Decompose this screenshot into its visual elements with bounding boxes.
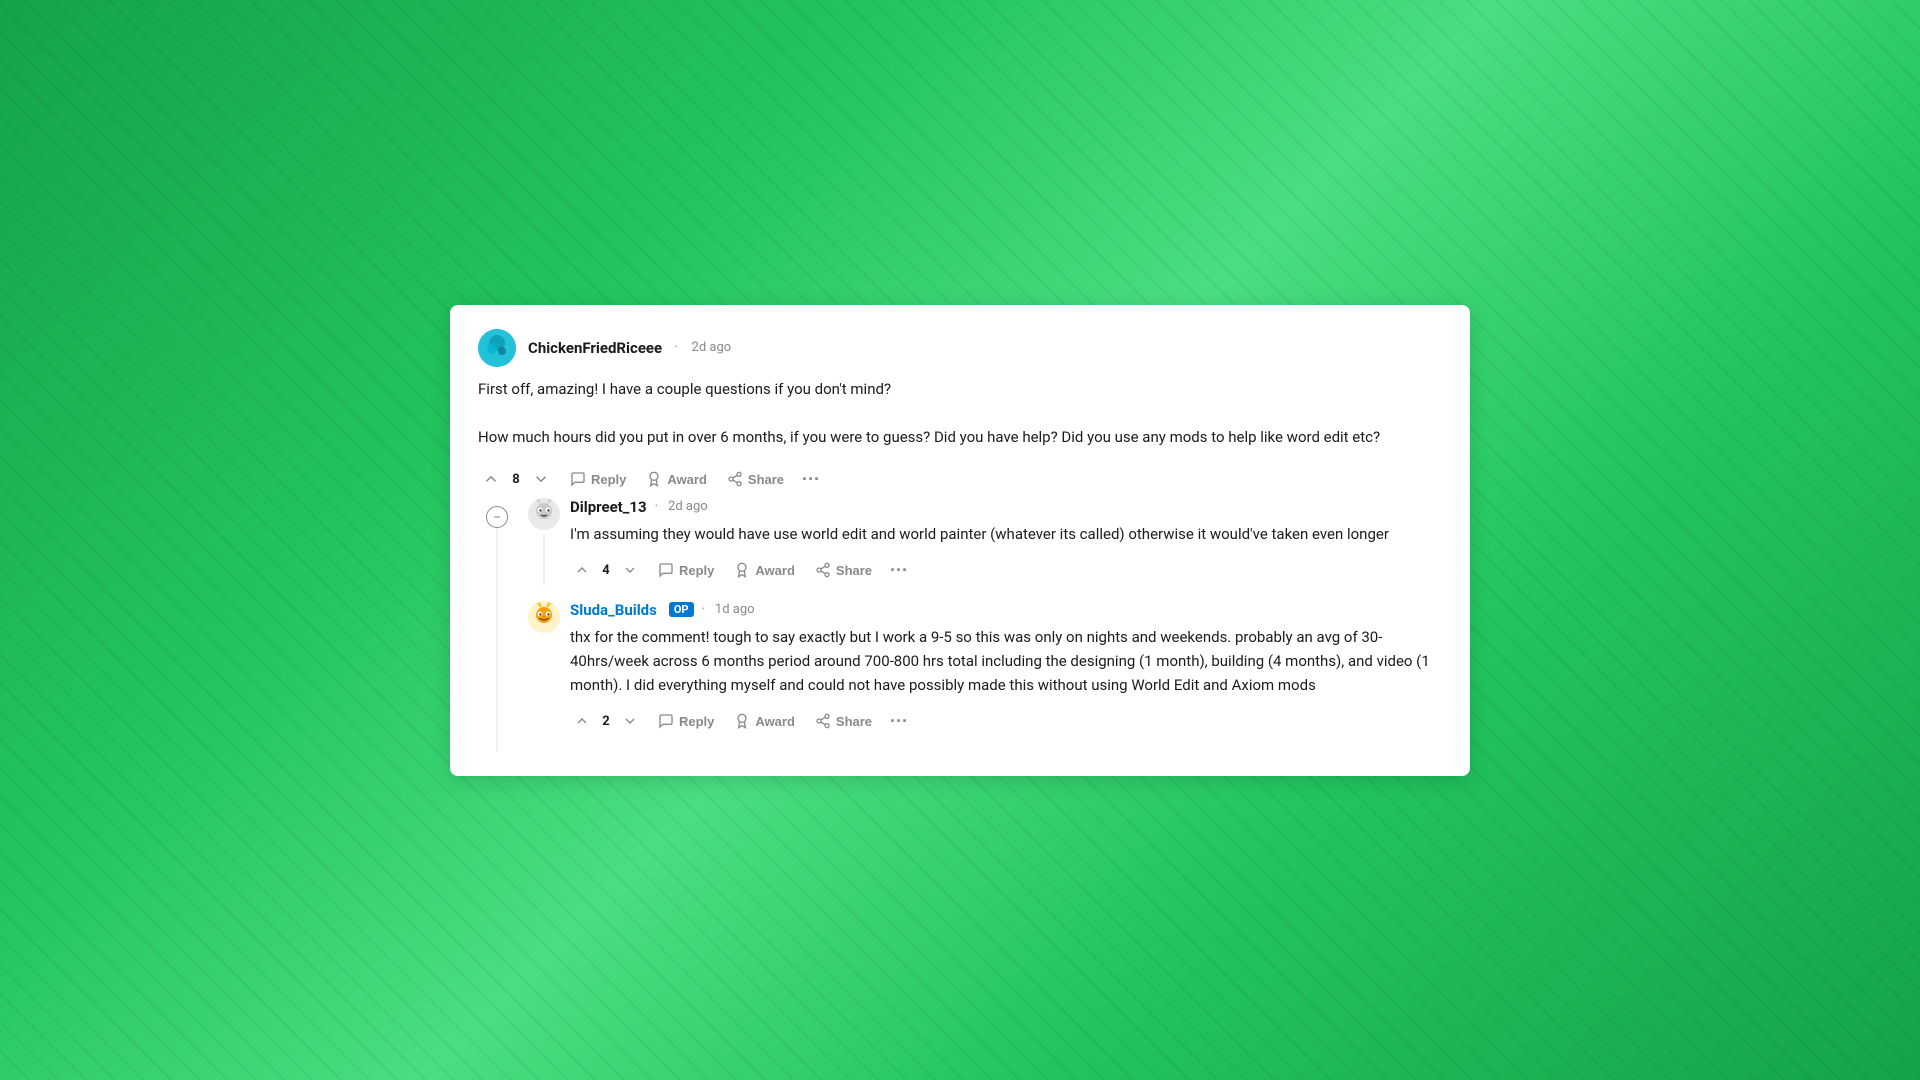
reply-icon — [658, 713, 674, 729]
reply-1-avatar-col — [528, 498, 560, 585]
downvote-button[interactable] — [528, 466, 554, 492]
reply-2-avatar-col — [528, 601, 560, 736]
main-comment: ChickenFriedRiceee · 2d ago First off, a… — [478, 329, 1442, 494]
upvote-icon — [574, 713, 590, 729]
reply-1-avatar — [528, 498, 560, 530]
reply-1-downvote-button[interactable] — [618, 558, 642, 582]
upvote-icon — [482, 470, 500, 488]
reply-2-vote-section: 2 — [570, 709, 642, 733]
share-icon — [727, 471, 743, 487]
reply-2-timestamp: 1d ago — [715, 602, 755, 617]
avatar — [478, 329, 516, 367]
thread-container: Dilpreet_13 · 2d ago I'm assuming they w… — [478, 498, 1442, 752]
replies-section: Dilpreet_13 · 2d ago I'm assuming they w… — [516, 498, 1442, 752]
reply-2: Sluda_Builds OP · 1d ago thx for the com… — [528, 601, 1442, 736]
more-button[interactable]: ··· — [796, 465, 826, 494]
reply-2-more-button[interactable]: ··· — [884, 707, 914, 736]
main-timestamp: 2d ago — [692, 340, 732, 355]
vote-section: 8 — [478, 466, 554, 492]
reply-2-upvote-button[interactable] — [570, 709, 594, 733]
main-comment-header: ChickenFriedRiceee · 2d ago — [478, 329, 1442, 367]
reply-2-award-button[interactable]: Award — [726, 708, 803, 734]
reply-button[interactable]: Reply — [562, 466, 634, 492]
reply-1: Dilpreet_13 · 2d ago I'm assuming they w… — [528, 498, 1442, 585]
reply-2-share-button[interactable]: Share — [807, 708, 880, 734]
reply-1-action-bar: 4 Reply Award — [570, 556, 1442, 585]
award-icon — [646, 471, 662, 487]
share-icon — [815, 562, 831, 578]
reply-1-content: Dilpreet_13 · 2d ago I'm assuming they w… — [570, 498, 1442, 585]
reply-1-vote-count: 4 — [600, 563, 612, 578]
main-comment-body: First off, amazing! I have a couple ques… — [478, 377, 1442, 449]
reply-2-action-bar: 2 Reply Award — [570, 707, 1442, 736]
reply-1-vote-section: 4 — [570, 558, 642, 582]
collapse-button[interactable] — [486, 506, 508, 528]
sluda-avatar-image — [528, 601, 560, 633]
reply-1-reply-button[interactable]: Reply — [650, 557, 722, 583]
upvote-button[interactable] — [478, 466, 504, 492]
comment-card: ChickenFriedRiceee · 2d ago First off, a… — [450, 305, 1470, 776]
dilpreet-avatar-image — [528, 498, 560, 530]
reply-1-header: Dilpreet_13 · 2d ago — [570, 498, 1442, 516]
dot-separator: · — [674, 340, 677, 355]
reply-2-downvote-button[interactable] — [618, 709, 642, 733]
downvote-icon — [622, 562, 638, 578]
upvote-icon — [574, 562, 590, 578]
reply-1-share-button[interactable]: Share — [807, 557, 880, 583]
reply-2-reply-button[interactable]: Reply — [650, 708, 722, 734]
main-username[interactable]: ChickenFriedRiceee — [528, 339, 662, 357]
share-button[interactable]: Share — [719, 466, 792, 492]
award-icon — [734, 562, 750, 578]
share-icon — [815, 713, 831, 729]
reply-2-header: Sluda_Builds OP · 1d ago — [570, 601, 1442, 619]
reply-1-upvote-button[interactable] — [570, 558, 594, 582]
reply-1-award-button[interactable]: Award — [726, 557, 803, 583]
downvote-icon — [622, 713, 638, 729]
reply-icon — [658, 562, 674, 578]
downvote-icon — [532, 470, 550, 488]
reply-2-avatar — [528, 601, 560, 633]
vote-count: 8 — [510, 472, 522, 487]
reply-1-username[interactable]: Dilpreet_13 — [570, 498, 647, 516]
reply-1-more-button[interactable]: ··· — [884, 556, 914, 585]
thread-line — [496, 528, 498, 752]
reply-2-username[interactable]: Sluda_Builds — [570, 601, 657, 619]
op-badge: OP — [669, 602, 694, 617]
reply-2-content: Sluda_Builds OP · 1d ago thx for the com… — [570, 601, 1442, 736]
reply-1-body: I'm assuming they would have use world e… — [570, 522, 1442, 546]
main-action-bar: 8 Reply Award Share ··· — [478, 465, 1442, 494]
award-icon — [734, 713, 750, 729]
reply-2-body: thx for the comment! tough to say exactl… — [570, 625, 1442, 697]
award-button[interactable]: Award — [638, 466, 715, 492]
thread-line-wrap — [478, 498, 516, 752]
reply-icon — [570, 471, 586, 487]
reply-1-timestamp: 2d ago — [668, 499, 708, 514]
reply-1-thread-line — [543, 534, 545, 585]
reply-2-vote-count: 2 — [600, 714, 612, 729]
avatar-image — [478, 329, 516, 367]
minus-icon — [492, 512, 502, 522]
